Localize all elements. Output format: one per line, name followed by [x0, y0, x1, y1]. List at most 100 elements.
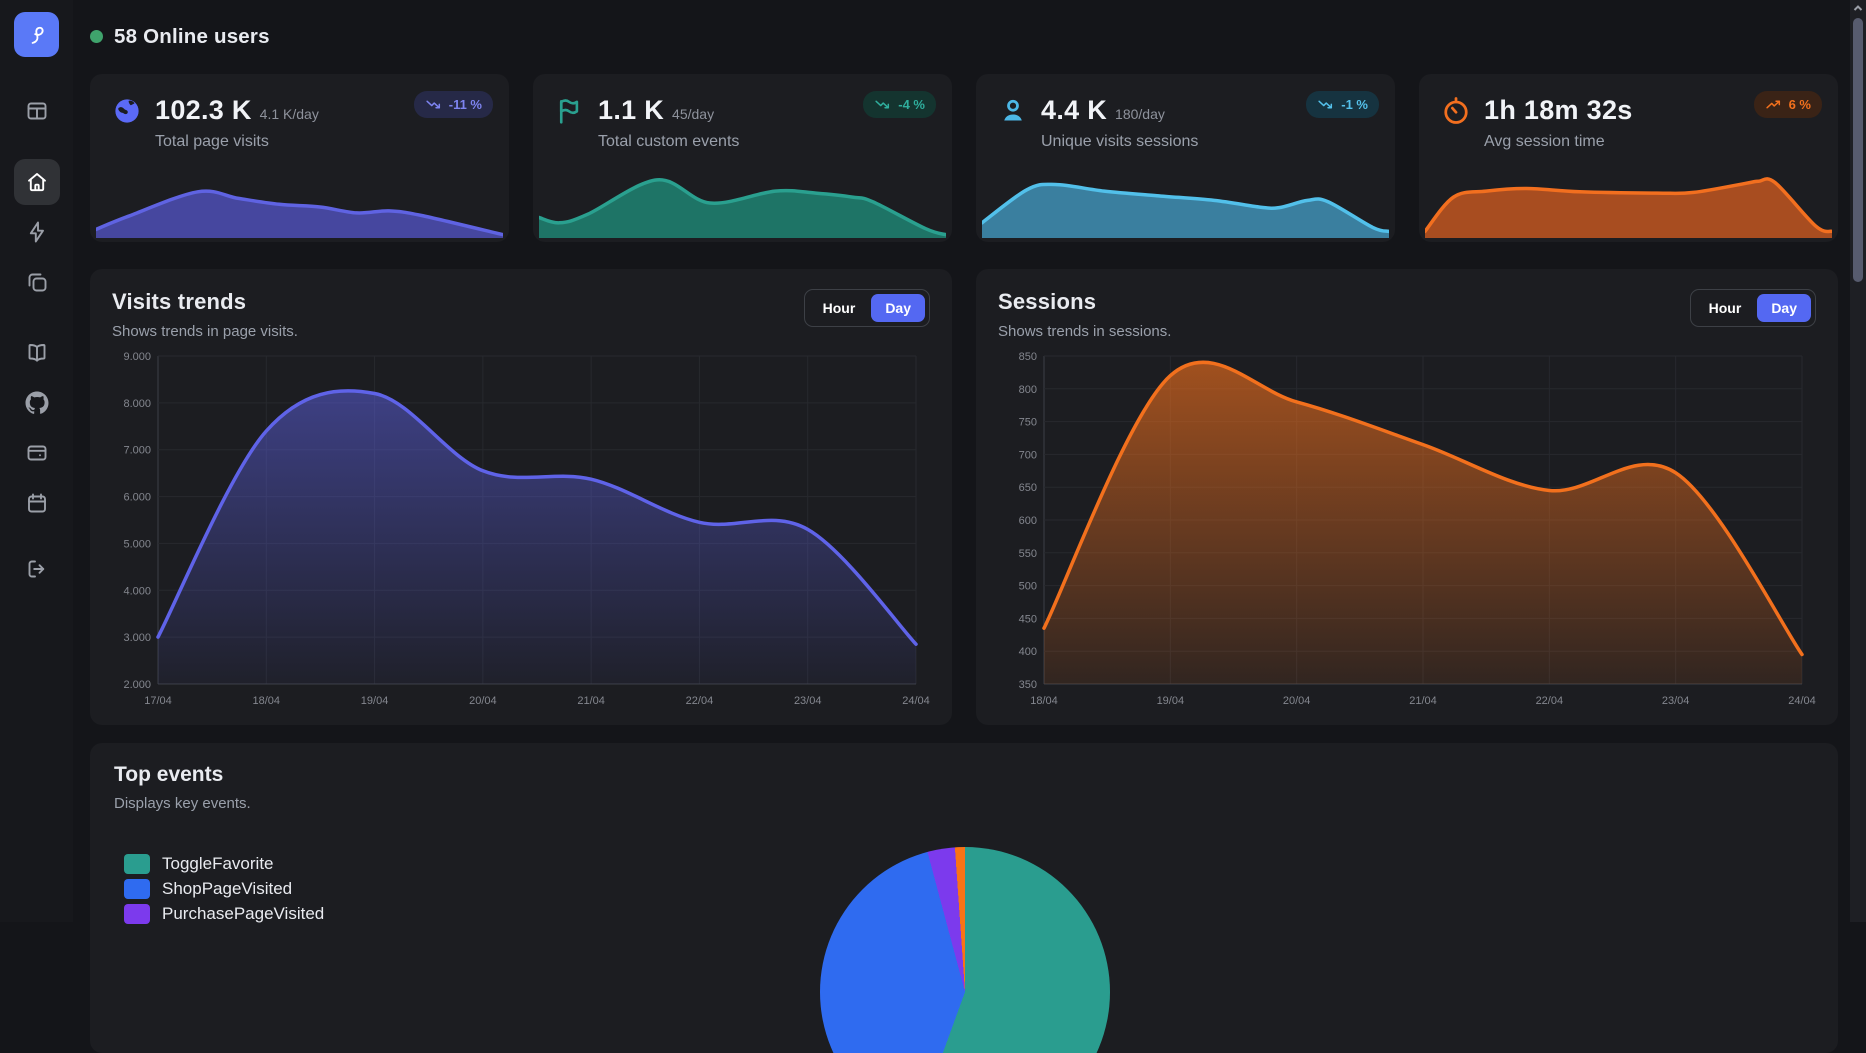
- stat-value-row: 1h 18m 32s: [1484, 95, 1641, 126]
- interval-toggle: HourDay: [1690, 289, 1816, 327]
- stat-sparkline-chart: [982, 164, 1389, 238]
- main-content: 58 Online users 102.3 K 4.1 K/day Total …: [73, 0, 1866, 922]
- chart-panel-titles: Visits trends Shows trends in page visit…: [112, 287, 298, 340]
- trend-badge: -1 %: [1306, 91, 1379, 118]
- stat-card-avg-session: 1h 18m 32s Avg session time 6 %: [1419, 74, 1838, 242]
- app-logo[interactable]: [14, 12, 59, 57]
- svg-text:17/04: 17/04: [144, 695, 172, 707]
- vertical-scrollbar[interactable]: [1850, 0, 1866, 922]
- stat-card-page-visits: 102.3 K 4.1 K/day Total page visits -11 …: [90, 74, 509, 242]
- calendar-icon: [25, 491, 49, 515]
- svg-text:24/04: 24/04: [1788, 695, 1816, 707]
- sidebar-item-calendar[interactable]: [14, 480, 60, 526]
- svg-text:20/04: 20/04: [1283, 695, 1311, 707]
- legend-swatch: [124, 854, 150, 874]
- timer-icon: [1441, 96, 1471, 126]
- svg-text:650: 650: [1019, 482, 1037, 494]
- svg-text:600: 600: [1019, 515, 1037, 527]
- stat-sparkline-chart: [96, 164, 503, 238]
- stat-value: 102.3 K: [155, 95, 252, 126]
- svg-text:400: 400: [1019, 646, 1037, 658]
- sidebar-item-pages[interactable]: [14, 259, 60, 305]
- scrollbar-thumb[interactable]: [1853, 18, 1863, 282]
- svg-text:23/04: 23/04: [794, 695, 822, 707]
- legend-item-PurchasePageVisited[interactable]: PurchasePageVisited: [124, 904, 424, 924]
- events-pie-chart[interactable]: [820, 847, 1110, 1053]
- wallet-icon: [25, 441, 49, 465]
- svg-text:350: 350: [1019, 679, 1037, 691]
- chart-subtitle: Shows trends in sessions.: [998, 323, 1171, 340]
- online-users-header: 58 Online users: [90, 20, 1838, 53]
- svg-text:22/04: 22/04: [686, 695, 714, 707]
- chart-panel-titles: Sessions Shows trends in sessions.: [998, 287, 1171, 340]
- legend-item-ShopPageVisited[interactable]: ShopPageVisited: [124, 879, 424, 899]
- svg-text:5.000: 5.000: [123, 538, 151, 550]
- scroll-up-arrow[interactable]: [1850, 0, 1866, 16]
- sidebar-item-github[interactable]: [14, 380, 60, 426]
- svg-text:18/04: 18/04: [253, 695, 281, 707]
- pages-icon: [25, 270, 49, 294]
- pie-legend: ToggleFavorite ShopPageVisited PurchasePag…: [124, 854, 424, 924]
- chart-panel-sessions: Sessions Shows trends in sessions. HourD…: [976, 269, 1838, 725]
- online-users-heading: 58 Online users: [114, 25, 270, 49]
- svg-text:850: 850: [1019, 351, 1037, 363]
- github-icon: [25, 391, 49, 415]
- svg-text:18/04: 18/04: [1030, 695, 1058, 707]
- sidebar-item-logout[interactable]: [14, 546, 60, 592]
- svg-text:6.000: 6.000: [123, 492, 151, 504]
- home-icon: [25, 170, 49, 194]
- interval-toggle: HourDay: [804, 289, 930, 327]
- toggle-day-button[interactable]: Day: [871, 294, 925, 322]
- stat-text: 1h 18m 32s Avg session time: [1484, 95, 1641, 151]
- top-events-subtitle: Displays key events.: [114, 795, 1814, 812]
- logout-icon: [25, 557, 49, 581]
- stat-rate: 45/day: [672, 106, 714, 122]
- legend-item-ToggleFavorite[interactable]: ToggleFavorite: [124, 854, 424, 874]
- legend-label: ToggleFavorite: [162, 854, 274, 874]
- top-events-panel: Top events Displays key events. ToggleFa…: [90, 743, 1838, 1053]
- svg-text:4.000: 4.000: [123, 585, 151, 597]
- svg-text:3.000: 3.000: [123, 632, 151, 644]
- flag-icon: [555, 96, 585, 126]
- stat-label: Unique visits sessions: [1041, 133, 1198, 151]
- svg-text:8.000: 8.000: [123, 398, 151, 410]
- svg-text:22/04: 22/04: [1536, 695, 1564, 707]
- online-status-dot: [90, 30, 103, 43]
- stat-rate: 180/day: [1115, 106, 1165, 122]
- trend-charts-row: Visits trends Shows trends in page visit…: [90, 269, 1838, 725]
- legend-label: ShopPageVisited: [162, 879, 292, 899]
- svg-text:19/04: 19/04: [361, 695, 389, 707]
- stat-text: 4.4 K 180/day Unique visits sessions: [1041, 95, 1198, 151]
- stat-value: 4.4 K: [1041, 95, 1107, 126]
- stat-sparkline-chart: [539, 164, 946, 238]
- svg-text:23/04: 23/04: [1662, 695, 1690, 707]
- trend-badge-text: -1 %: [1341, 97, 1368, 112]
- trend-down-icon: [1317, 96, 1334, 113]
- trend-badge: 6 %: [1754, 91, 1822, 118]
- trend-badge-text: -4 %: [898, 97, 925, 112]
- toggle-hour-button[interactable]: Hour: [809, 294, 870, 322]
- sidebar-item-home[interactable]: [14, 159, 60, 205]
- toggle-day-button[interactable]: Day: [1757, 294, 1811, 322]
- chart-title: Sessions: [998, 289, 1171, 315]
- toggle-hour-button[interactable]: Hour: [1695, 294, 1756, 322]
- sidebar-item-wallet[interactable]: [14, 430, 60, 476]
- stat-value-row: 4.4 K 180/day: [1041, 95, 1198, 126]
- svg-text:800: 800: [1019, 384, 1037, 396]
- stat-value: 1.1 K: [598, 95, 664, 126]
- svg-text:20/04: 20/04: [469, 695, 497, 707]
- sidebar-item-docs[interactable]: [14, 330, 60, 376]
- sidebar-item-zap[interactable]: [14, 209, 60, 255]
- top-events-title: Top events: [114, 763, 1814, 787]
- sidebar-item-layout[interactable]: [14, 88, 60, 134]
- stat-value-row: 1.1 K 45/day: [598, 95, 739, 126]
- chart-title: Visits trends: [112, 289, 298, 315]
- legend-label: PurchasePageVisited: [162, 904, 324, 924]
- chart-panel-visits: Visits trends Shows trends in page visit…: [90, 269, 952, 725]
- stat-card-custom-events: 1.1 K 45/day Total custom events -4 %: [533, 74, 952, 242]
- layout-icon: [25, 99, 49, 123]
- trend-down-icon: [425, 96, 442, 113]
- legend-swatch: [124, 904, 150, 924]
- user-icon: [998, 96, 1028, 126]
- svg-text:9.000: 9.000: [123, 351, 151, 363]
